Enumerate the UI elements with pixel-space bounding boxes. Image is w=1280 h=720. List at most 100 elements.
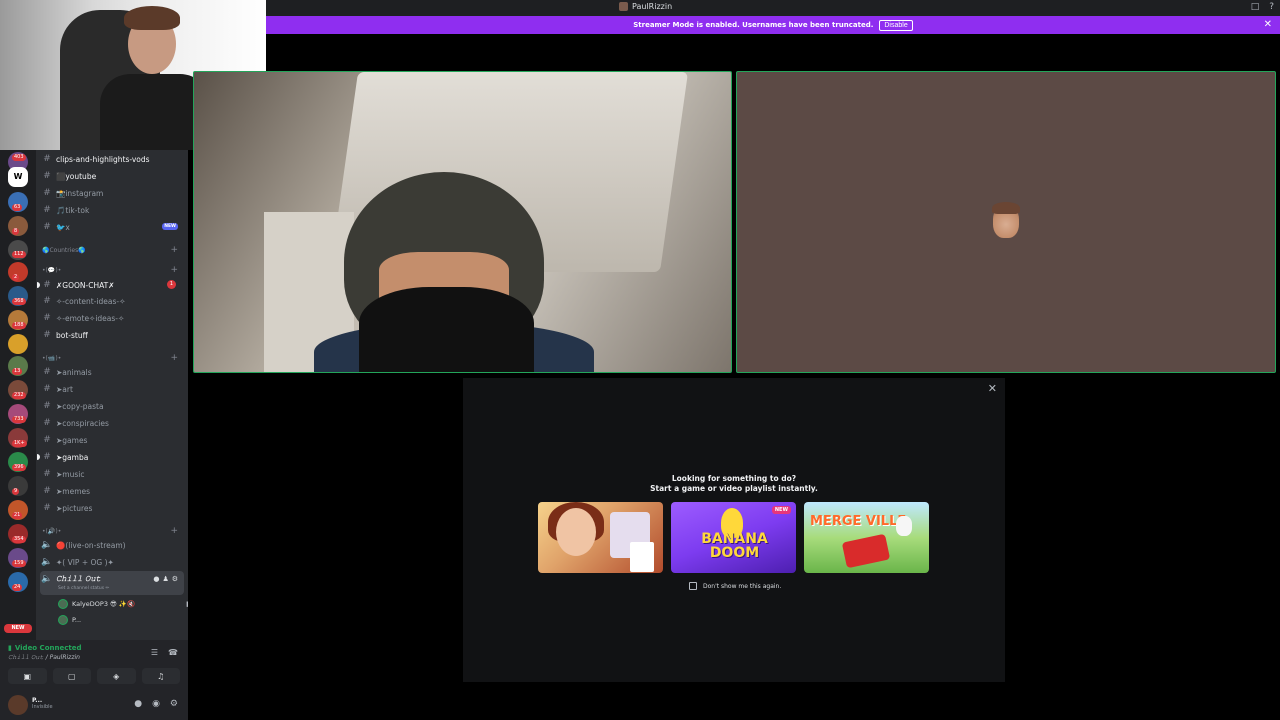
- channel-copy-pasta[interactable]: # ➤copy-pasta: [40, 398, 184, 414]
- gear-icon[interactable]: ⚙: [172, 575, 178, 583]
- channel-pictures[interactable]: # ➤pictures: [40, 500, 184, 516]
- disconnect-icon[interactable]: ☎: [168, 648, 178, 657]
- close-icon[interactable]: ✕: [988, 382, 997, 395]
- category-voice[interactable]: •(🔊)• +: [42, 524, 182, 538]
- window-title-text: PaulRizzin: [632, 2, 673, 11]
- text-channel-icon: #: [43, 469, 51, 479]
- channel-animals[interactable]: # ➤animals: [40, 364, 184, 380]
- voice-channel-chill-out[interactable]: 🔈 𝙲𝚑𝚒𝚕𝚕 𝙾𝚞𝚝 Set a channel status ✏ ● ♟ ⚙: [40, 571, 184, 595]
- user-status: Invisible: [32, 704, 53, 710]
- add-channel-icon[interactable]: +: [170, 526, 178, 536]
- voice-user-name: P...: [72, 616, 82, 624]
- camera-icon: ■: [186, 600, 188, 608]
- category-chat[interactable]: •(💬)• +: [42, 263, 182, 277]
- share-screen-button[interactable]: ▢: [52, 668, 91, 684]
- text-channel-icon: #: [43, 452, 51, 462]
- speaker-icon: 🔈: [41, 540, 53, 550]
- channel-gamba[interactable]: # ➤gamba: [37, 449, 184, 465]
- gear-icon[interactable]: ⚙: [170, 699, 178, 709]
- server-badge: 188: [12, 322, 26, 329]
- window-title: PaulRizzin: [619, 2, 672, 11]
- dont-show-again-checkbox[interactable]: [689, 582, 697, 590]
- server-list: 403 W 63 8 112 2 368 188 13 232 733 1K+ …: [0, 150, 36, 640]
- channel-art[interactable]: # ➤art: [40, 381, 184, 397]
- channel-status-hint[interactable]: Set a channel status ✏: [58, 586, 109, 591]
- category-countries[interactable]: 🌎Countries🌎 +: [42, 243, 182, 257]
- channel-memes[interactable]: # ➤memes: [40, 483, 184, 499]
- channel-goon-chat[interactable]: # ✗GOON-CHAT✗ 1: [37, 277, 184, 293]
- user-avatar-icon: [619, 2, 628, 11]
- text-channel-icon: #: [43, 503, 51, 513]
- soundboard-button[interactable]: ♫: [141, 668, 180, 684]
- channel-x[interactable]: # 🐦x NEW: [40, 219, 184, 235]
- chat-bubble-icon[interactable]: ●: [153, 575, 159, 583]
- microphone-icon[interactable]: ●: [134, 699, 142, 709]
- text-channel-icon: #: [43, 418, 51, 428]
- server-badge: 159: [12, 560, 26, 567]
- text-channel-icon: #: [43, 367, 51, 377]
- add-channel-icon[interactable]: +: [170, 353, 178, 363]
- text-channel-icon: #: [43, 296, 51, 306]
- category-label: 🌎Countries🌎: [42, 246, 86, 254]
- noise-suppression-icon[interactable]: ☰: [151, 648, 158, 657]
- text-channel-icon: #: [43, 486, 51, 496]
- user-name[interactable]: P...: [32, 697, 42, 704]
- channel-youtube[interactable]: # ⬛youtube: [40, 168, 184, 184]
- video-tile-participant[interactable]: [193, 71, 732, 373]
- server-badge: 13: [12, 368, 23, 375]
- channel-emote-ideas[interactable]: # ✧-emote✧ideas-✧: [40, 310, 184, 326]
- channel-tik-tok[interactable]: # 🎵tik-tok: [40, 202, 184, 218]
- channel-list: # clips-and-highlights-vods # ⬛youtube # 📸i…: [36, 150, 188, 640]
- avatar: [58, 615, 68, 625]
- server-icon-w[interactable]: W: [8, 167, 28, 187]
- help-icon[interactable]: ?: [1269, 2, 1274, 12]
- close-banner-icon[interactable]: ✕: [1264, 19, 1272, 30]
- server-badge: 63: [12, 204, 23, 211]
- voice-channel-live-on-stream[interactable]: 🔈 🔴(live-on-stream): [40, 537, 184, 553]
- avatar[interactable]: [8, 695, 28, 715]
- camera-off-button[interactable]: ▣: [8, 668, 47, 684]
- text-channel-icon: #: [43, 188, 51, 198]
- activity-suggestions-panel: ✕ Looking for something to do? Start a g…: [463, 378, 1005, 682]
- inbox-icon[interactable]: □: [1251, 2, 1260, 12]
- text-channel-icon: #: [43, 171, 51, 181]
- new-servers-badge[interactable]: NEW: [4, 624, 32, 633]
- activity-card-banana-doom[interactable]: BANANA DOOM NEW: [671, 502, 796, 573]
- server-badge: 733: [12, 416, 26, 423]
- text-channel-icon: #: [43, 313, 51, 323]
- channel-bot-stuff[interactable]: # bot-stuff: [40, 327, 184, 343]
- voice-channel-vip-og[interactable]: 🔈 ✦( VIP + OG )✦: [40, 554, 184, 570]
- speaker-icon: 🔈: [41, 574, 53, 584]
- avatar: [58, 599, 68, 609]
- text-channel-icon: #: [43, 280, 51, 290]
- channel-conspiracies[interactable]: # ➤conspiracies: [40, 415, 184, 431]
- add-channel-icon[interactable]: +: [170, 265, 178, 275]
- server-badge: 396: [12, 464, 26, 471]
- server-badge: 403: [12, 154, 26, 161]
- activity-card-solitaire[interactable]: [538, 502, 663, 573]
- channel-clips-and-highlights-vods[interactable]: # clips-and-highlights-vods: [40, 151, 184, 167]
- activity-cards: BANANA DOOM NEW MERGE VILLE: [538, 502, 930, 574]
- channel-content-ideas[interactable]: # ✧-content-ideas-✧: [40, 293, 184, 309]
- voice-status[interactable]: ▮ Video Connected: [8, 644, 81, 652]
- dont-show-again-option[interactable]: Don't show me this again.: [689, 582, 781, 590]
- disable-streamer-mode-button[interactable]: Disable: [879, 19, 913, 31]
- voice-user[interactable]: KalyeDOP3 😎 ✨🔇 ■: [58, 597, 188, 611]
- add-channel-icon[interactable]: +: [170, 245, 178, 255]
- mention-count-badge: 1: [167, 280, 176, 289]
- channel-games[interactable]: # ➤games: [40, 432, 184, 448]
- add-member-icon[interactable]: ♟: [162, 575, 168, 583]
- server-icon[interactable]: [8, 334, 28, 354]
- category-media[interactable]: •(📹)• +: [42, 351, 182, 365]
- headphones-icon[interactable]: ◉: [152, 699, 160, 709]
- channel-instagram[interactable]: # 📸instagram: [40, 185, 184, 201]
- speaker-icon: 🔈: [41, 557, 53, 567]
- channel-music[interactable]: # ➤music: [40, 466, 184, 482]
- text-channel-icon: #: [43, 435, 51, 445]
- voice-user[interactable]: P...: [58, 613, 81, 627]
- video-tile-avatar[interactable]: [736, 71, 1276, 373]
- signal-icon: ▮: [8, 644, 12, 652]
- activities-button[interactable]: ◈: [97, 668, 136, 684]
- new-badge: NEW: [162, 223, 178, 230]
- activity-card-merge-ville[interactable]: MERGE VILLE: [804, 502, 929, 573]
